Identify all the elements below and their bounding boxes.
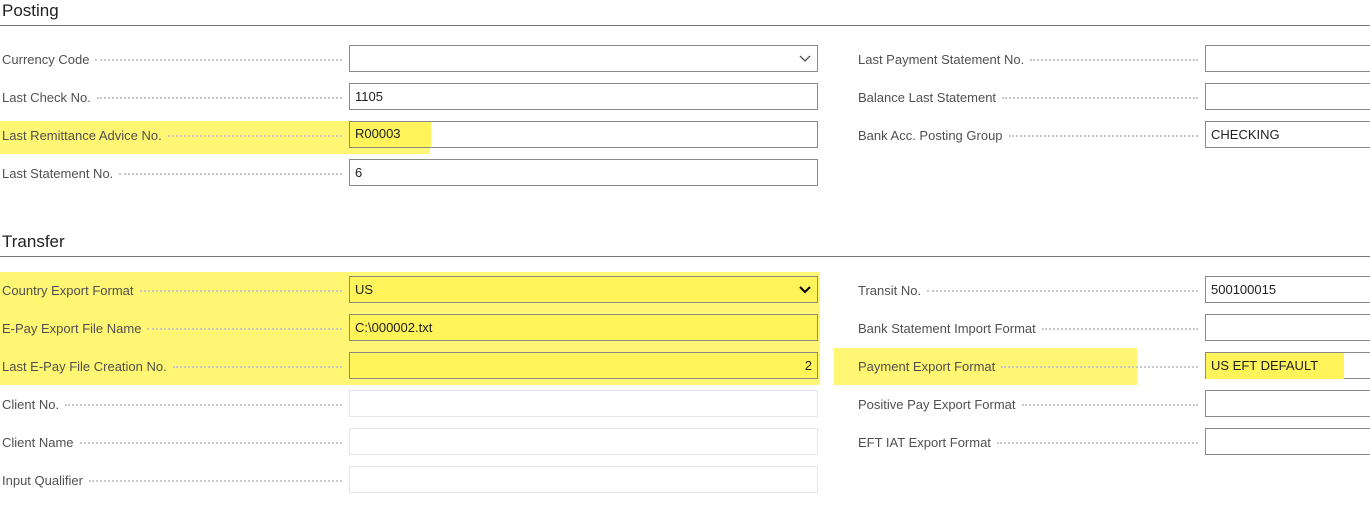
client-no-input[interactable] xyxy=(349,390,818,417)
positive-pay-export-format-input[interactable] xyxy=(1205,390,1370,417)
chevron-down-icon xyxy=(798,285,812,295)
e-pay-export-file-name-input[interactable]: C:\000002.txt xyxy=(349,314,818,341)
last-statement-no-input[interactable]: 6 xyxy=(349,159,818,186)
last-payment-statement-no-input[interactable] xyxy=(1205,45,1370,72)
label-country-export-format: Country Export Format xyxy=(2,280,342,300)
label-client-name: Client Name xyxy=(2,432,342,452)
section-divider xyxy=(0,25,1370,26)
label-last-remittance-advice-no: Last Remittance Advice No. xyxy=(2,125,342,145)
label-bank-acc-posting-group: Bank Acc. Posting Group xyxy=(858,125,1198,145)
label-input-qualifier: Input Qualifier xyxy=(2,470,342,490)
section-title-transfer: Transfer xyxy=(2,232,65,251)
label-client-no: Client No. xyxy=(2,394,342,414)
chevron-down-icon xyxy=(798,54,812,64)
client-name-input[interactable] xyxy=(349,428,818,455)
label-last-payment-statement-no: Last Payment Statement No. xyxy=(858,49,1198,69)
country-export-format-select[interactable]: US xyxy=(349,276,818,303)
bank-statement-import-format-input[interactable] xyxy=(1205,314,1370,341)
eft-iat-export-format-input[interactable] xyxy=(1205,428,1370,455)
label-balance-last-statement: Balance Last Statement xyxy=(858,87,1198,107)
label-e-pay-export-file-name: E-Pay Export File Name xyxy=(2,318,342,338)
balance-last-statement-input[interactable] xyxy=(1205,83,1370,110)
label-last-statement-no: Last Statement No. xyxy=(2,163,342,183)
last-check-no-input[interactable]: 1105 xyxy=(349,83,818,110)
label-last-check-no: Last Check No. xyxy=(2,87,342,107)
last-e-pay-file-creation-no-input[interactable]: 2 xyxy=(349,352,818,379)
input-qualifier-input[interactable] xyxy=(349,466,818,493)
payment-export-format-input[interactable]: US EFT DEFAULT xyxy=(1205,352,1370,379)
currency-code-select[interactable] xyxy=(349,45,818,72)
bank-acc-posting-group-input[interactable]: CHECKING xyxy=(1205,121,1370,148)
label-transit-no: Transit No. xyxy=(858,280,1198,300)
label-eft-iat-export-format: EFT IAT Export Format xyxy=(858,432,1198,452)
label-bank-statement-import-format: Bank Statement Import Format xyxy=(858,318,1198,338)
label-payment-export-format: Payment Export Format xyxy=(858,356,1198,376)
label-currency-code: Currency Code xyxy=(2,49,342,69)
transit-no-input[interactable]: 500100015 xyxy=(1205,276,1370,303)
section-divider xyxy=(0,256,1370,257)
label-last-e-pay-file-creation-no: Last E-Pay File Creation No. xyxy=(2,356,342,376)
section-title-posting: Posting xyxy=(2,1,59,20)
last-remittance-advice-no-input[interactable]: R00003 xyxy=(349,121,818,148)
label-positive-pay-export-format: Positive Pay Export Format xyxy=(858,394,1198,414)
